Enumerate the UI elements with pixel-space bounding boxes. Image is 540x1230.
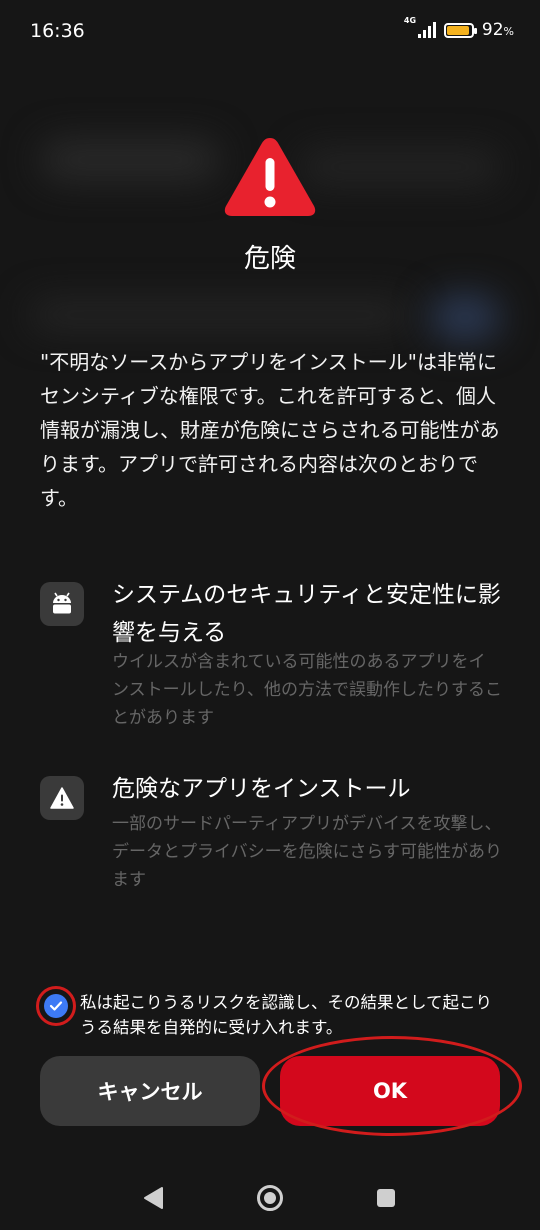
blurred-background: [30, 300, 410, 330]
permission-title: 危険なアプリをインストール: [112, 776, 411, 802]
network-type-label: 4G: [403, 16, 417, 25]
battery-value: 92: [481, 20, 504, 40]
home-circle-icon[interactable]: [256, 1184, 284, 1212]
android-robot-icon: [40, 582, 84, 626]
status-time: 16:36: [30, 20, 85, 42]
blurred-background: [300, 150, 500, 184]
status-icons: 4G 92%: [404, 16, 514, 40]
consent-checkbox[interactable]: [44, 994, 68, 1018]
status-bar: 16:36 4G 92%: [0, 0, 540, 64]
battery-unit: %: [503, 25, 514, 38]
battery-icon: [443, 22, 477, 38]
warning-icon: [40, 776, 84, 820]
checkmark-icon: [49, 1001, 63, 1011]
consent-text: 私は起こりうるリスクを認識し、その結果として起こりうる結果を自発的に受け入れます…: [80, 993, 493, 1037]
signal-icon: 4G: [404, 16, 436, 38]
battery-fill: [446, 25, 469, 35]
dialog-description: "不明なソースからアプリをインストール"は非常にセンシティブな権限です。これを許…: [40, 350, 500, 510]
permission-title: システムのセキュリティと安定性に影響を与える: [112, 582, 501, 646]
back-triangle-icon[interactable]: [142, 1186, 164, 1210]
cancel-button[interactable]: キャンセル: [40, 1056, 260, 1126]
blurred-background: [40, 140, 220, 180]
battery-percentage: 92%: [482, 20, 514, 40]
permission-description: ウイルスが含まれている可能性のあるアプリをインストールしたり、他の方法で誤動作し…: [112, 652, 502, 728]
recents-square-icon[interactable]: [376, 1188, 396, 1208]
permission-description: 一部のサードパーティアプリがデバイスを攻撃し、データとプライバシーを危険にさらす…: [112, 814, 502, 890]
navigation-bar: [0, 1166, 540, 1230]
blurred-background: [430, 295, 500, 340]
dialog-title: 危険: [243, 244, 296, 274]
annotation-ellipse: [262, 1036, 522, 1136]
warning-triangle-icon: [224, 138, 316, 216]
